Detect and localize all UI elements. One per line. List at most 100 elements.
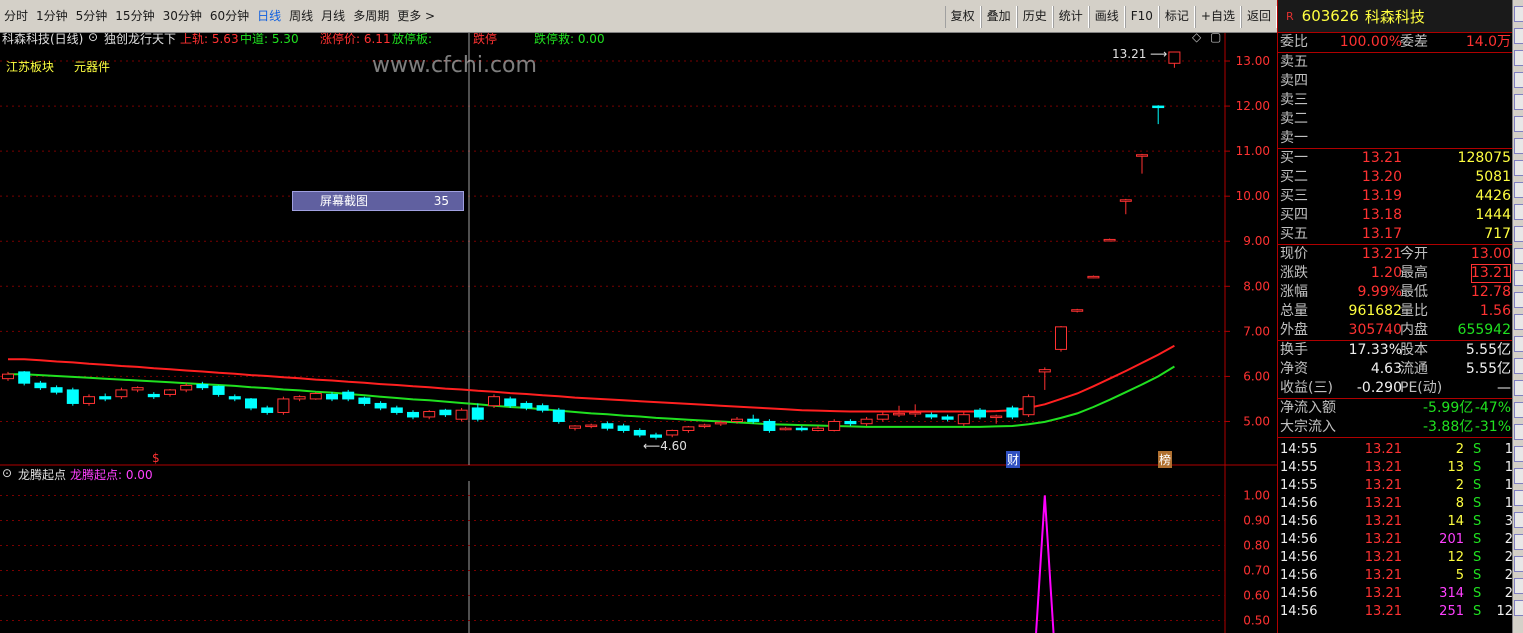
side-button[interactable] xyxy=(1514,490,1523,506)
chart-area[interactable]: 13.00 12.00 11.00 10.00 9.00 8.00 7.00 6.00 5.00… xyxy=(0,30,1277,633)
candle-body xyxy=(358,397,371,404)
tab-60min[interactable]: 60分钟 xyxy=(206,6,253,28)
candle-body xyxy=(342,391,355,400)
stat-label: PE(动) xyxy=(1400,380,1443,396)
tab-multi-period[interactable]: 多周期 xyxy=(349,6,393,28)
add-watchlist-button[interactable]: +自选 xyxy=(1194,6,1241,28)
tab-15min[interactable]: 15分钟 xyxy=(111,6,158,28)
side-button[interactable] xyxy=(1514,534,1523,550)
maximize-icon[interactable]: ▢ xyxy=(1210,30,1221,44)
sector-tag[interactable]: 元器件 xyxy=(74,58,110,75)
candle-body xyxy=(925,414,938,418)
candle-body xyxy=(520,402,533,409)
diamond-icon[interactable]: ◇ xyxy=(1192,30,1201,44)
side-button[interactable] xyxy=(1514,248,1523,264)
side-button[interactable] xyxy=(1514,182,1523,198)
chart-stock-name: 科森科技(日线) xyxy=(2,32,84,46)
side-button[interactable] xyxy=(1514,226,1523,242)
candle-body xyxy=(245,398,257,409)
candle-body xyxy=(277,398,290,413)
draw-line-button[interactable]: 画线 xyxy=(1088,6,1125,28)
side-button[interactable] xyxy=(1514,512,1523,528)
candle-body xyxy=(1168,51,1181,64)
trade-row: 14:56 13.21 314 S 2 xyxy=(1278,585,1513,603)
stat2-row: 换手 17.33% 股本 5.55亿 xyxy=(1278,341,1513,360)
side-button[interactable] xyxy=(1514,446,1523,462)
axis-tick-label: 13.00 xyxy=(1236,54,1270,68)
side-button[interactable] xyxy=(1514,600,1523,616)
screenshot-label: 屏幕截图 xyxy=(320,194,369,208)
sub-panel-toggle-icon[interactable]: ⊙ xyxy=(2,466,12,480)
candle-body xyxy=(974,409,986,418)
back-button[interactable]: 返回 xyxy=(1240,6,1277,28)
side-button[interactable] xyxy=(1514,402,1523,418)
candle-body xyxy=(326,393,338,400)
candle-body xyxy=(601,423,614,429)
low-price: 12.78 xyxy=(1470,284,1511,300)
side-button[interactable] xyxy=(1514,50,1523,66)
side-button[interactable] xyxy=(1514,314,1523,330)
finance-marker[interactable]: 财 xyxy=(1006,451,1021,468)
tab-daily[interactable]: 日线 xyxy=(253,6,285,28)
trade-list[interactable]: 14:55 13.21 2 S 1 14:55 13.21 13 S 1 14:55 13.21 2… xyxy=(1278,441,1513,621)
sell-label: 卖二 xyxy=(1280,111,1308,127)
side-button[interactable] xyxy=(1514,556,1523,572)
side-button[interactable] xyxy=(1514,28,1523,44)
side-button[interactable] xyxy=(1514,468,1523,484)
history-button[interactable]: 历史 xyxy=(1016,6,1053,28)
side-button[interactable] xyxy=(1514,204,1523,220)
tab-5min[interactable]: 5分钟 xyxy=(72,6,112,28)
sub-panel-value: 龙腾起点: 0.00 xyxy=(70,468,153,482)
chart-canvas[interactable]: 13.00 12.00 11.00 10.00 9.00 8.00 7.00 6.00 5.00… xyxy=(0,33,1277,633)
buy-price: 13.19 xyxy=(1361,188,1402,204)
buy-row: 买四 13.18 1444 xyxy=(1278,206,1513,225)
sell-label: 卖一 xyxy=(1280,130,1308,146)
region-tag[interactable]: 江苏板块 xyxy=(6,58,54,75)
inner-volume: 655942 xyxy=(1457,322,1511,338)
upper-band-label: 上轨: 5.63 xyxy=(180,32,239,46)
candle-body xyxy=(99,396,112,400)
quote-header: R 603626 科森科技 xyxy=(1278,0,1513,33)
tab-1min[interactable]: 1分钟 xyxy=(32,6,72,28)
side-button[interactable] xyxy=(1514,424,1523,440)
tab-monthly[interactable]: 月线 xyxy=(317,6,349,28)
candle-body xyxy=(293,396,306,400)
tab-more[interactable]: 更多 > xyxy=(393,6,439,28)
current-price: 13.21 xyxy=(1361,246,1402,262)
tab-fenshi[interactable]: 分时 xyxy=(0,6,32,28)
candle-body xyxy=(844,420,857,425)
side-button[interactable] xyxy=(1514,358,1523,374)
f10-button[interactable]: F10 xyxy=(1124,6,1159,28)
side-button[interactable] xyxy=(1514,160,1523,176)
stock-name: 科森科技 xyxy=(1364,7,1425,26)
list-marker[interactable]: 榜 xyxy=(1158,451,1173,468)
tab-weekly[interactable]: 周线 xyxy=(285,6,317,28)
side-button[interactable] xyxy=(1514,380,1523,396)
candle-body xyxy=(196,384,209,389)
tab-30min[interactable]: 30分钟 xyxy=(159,6,206,28)
stat-row: 外盘 305740 内盘 655942 xyxy=(1278,321,1513,340)
adjust-button[interactable]: 复权 xyxy=(944,6,981,28)
side-button[interactable] xyxy=(1514,116,1523,132)
indicator-name[interactable]: 独创龙行天下 xyxy=(104,30,176,47)
side-button[interactable] xyxy=(1514,6,1523,22)
statistics-button[interactable]: 统计 xyxy=(1052,6,1089,28)
side-button[interactable] xyxy=(1514,94,1523,110)
side-button[interactable] xyxy=(1514,292,1523,308)
sub-panel-name[interactable]: 龙腾起点 xyxy=(18,466,66,483)
mark-button[interactable]: 标记 xyxy=(1158,6,1195,28)
side-button[interactable] xyxy=(1514,336,1523,352)
event-marker-s[interactable]: $ xyxy=(152,451,160,465)
stat-label: 最低 xyxy=(1400,284,1428,300)
side-button[interactable] xyxy=(1514,138,1523,154)
overlay-button[interactable]: 叠加 xyxy=(980,6,1017,28)
trade-time: 14:55 xyxy=(1280,460,1318,475)
flow-label: 大宗流入 xyxy=(1280,419,1336,435)
side-button[interactable] xyxy=(1514,578,1523,594)
side-button[interactable] xyxy=(1514,72,1523,88)
side-button[interactable] xyxy=(1514,270,1523,286)
indicator-toggle-icon[interactable]: ⊙ xyxy=(88,30,98,44)
stat-label: 总量 xyxy=(1280,303,1308,319)
trade-row: 14:55 13.21 13 S 1 xyxy=(1278,459,1513,477)
candle-body xyxy=(261,407,274,413)
